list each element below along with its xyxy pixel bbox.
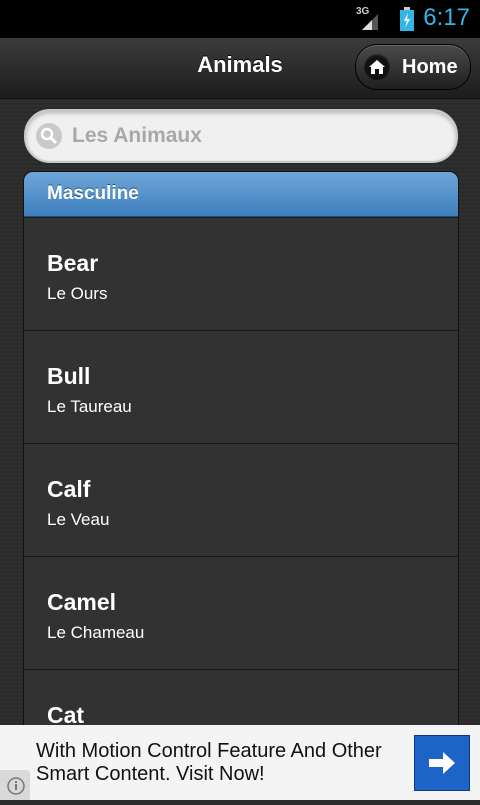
home-button[interactable]: Home <box>355 44 471 90</box>
search-icon <box>36 123 62 149</box>
item-name: Bear <box>47 250 99 276</box>
item-name: Bull <box>47 363 91 389</box>
home-button-label: Home <box>402 56 458 78</box>
item-name: Cat <box>47 702 85 725</box>
content-area[interactable]: Masculine Bear Le Ours Bull Le Taureau C… <box>0 99 480 725</box>
header-bar: Animals Home <box>0 38 480 99</box>
list-divider: Masculine <box>24 172 458 217</box>
item-name: Calf <box>47 476 91 502</box>
arrow-right-icon <box>429 752 455 774</box>
list-item[interactable]: Calf Le Veau <box>24 443 458 556</box>
search-bar[interactable] <box>24 109 458 163</box>
item-translation: Le Ours <box>47 284 108 303</box>
list-item[interactable]: Bear Le Ours <box>24 217 458 330</box>
list-item[interactable]: Cat <box>24 669 458 725</box>
ad-arrow-button[interactable] <box>414 735 470 791</box>
item-translation: Le Taureau <box>47 397 132 416</box>
ad-banner[interactable]: With Motion Control Feature And Other Sm… <box>0 725 480 800</box>
search-input[interactable] <box>70 119 444 153</box>
ad-text[interactable]: With Motion Control Feature And Other Sm… <box>36 740 406 786</box>
clock: 6:17 <box>423 4 470 31</box>
network-type: 3G <box>356 6 370 17</box>
animal-list: Masculine Bear Le Ours Bull Le Taureau C… <box>23 171 459 725</box>
list-item[interactable]: Bull Le Taureau <box>24 330 458 443</box>
signal-icon: 3G <box>356 6 380 32</box>
info-icon[interactable] <box>0 770 30 800</box>
list-item[interactable]: Camel Le Chameau <box>24 556 458 669</box>
item-translation: Le Veau <box>47 510 110 529</box>
item-translation: Le Chameau <box>47 623 145 642</box>
battery-icon <box>400 7 414 31</box>
status-bar: 3G 6:17 <box>0 0 480 38</box>
item-name: Camel <box>47 589 117 615</box>
home-icon <box>364 54 390 80</box>
